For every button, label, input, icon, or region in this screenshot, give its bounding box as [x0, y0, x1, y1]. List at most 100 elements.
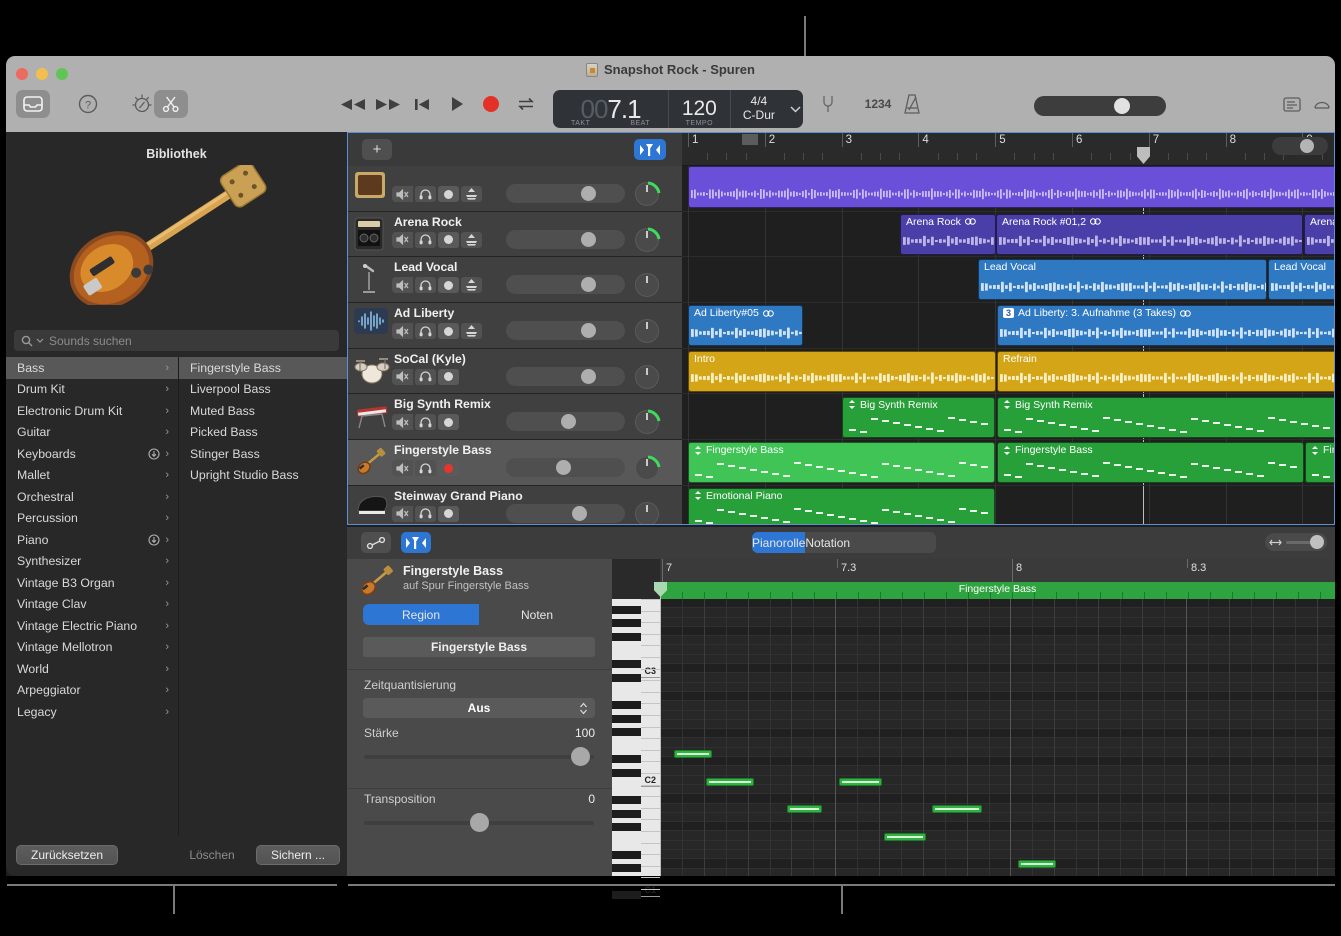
arrange-region[interactable]: Refrain: [997, 351, 1334, 392]
piano-black-key[interactable]: [612, 619, 641, 627]
track-buttons[interactable]: [392, 369, 459, 385]
transposition-slider-knob[interactable]: [470, 813, 489, 832]
inspector-tab-noten[interactable]: Noten: [479, 604, 595, 625]
library-category-item[interactable]: Percussion›: [6, 508, 178, 530]
tuner-button[interactable]: [130, 92, 154, 116]
track-buttons[interactable]: [392, 414, 459, 430]
track-pan-knob[interactable]: [635, 365, 659, 389]
library-button[interactable]: [16, 90, 50, 118]
lcd-expand-button[interactable]: [787, 90, 803, 128]
track-name[interactable]: Fingerstyle Bass: [394, 443, 492, 457]
track-input-monitor-button[interactable]: [461, 232, 482, 248]
arrange-region[interactable]: Arena Rock: [900, 214, 996, 255]
mute-button[interactable]: [392, 323, 413, 339]
solo-button[interactable]: [415, 277, 436, 293]
fast-forward-button[interactable]: [374, 94, 402, 114]
arrange-region[interactable]: Fingerstyle Bass: [688, 442, 995, 483]
piano-black-key[interactable]: [612, 660, 641, 668]
strength-slider-knob[interactable]: [571, 747, 590, 766]
solo-button[interactable]: [415, 506, 436, 522]
download-icon[interactable]: [148, 534, 160, 546]
record-button[interactable]: [481, 94, 501, 114]
track-name[interactable]: Big Synth Remix: [394, 397, 491, 411]
mute-button[interactable]: [392, 414, 413, 430]
solo-button[interactable]: [415, 460, 436, 476]
track-volume-slider[interactable]: [506, 367, 625, 386]
midi-note[interactable]: [932, 805, 982, 813]
piano-keyboard[interactable]: C3C2C1: [612, 599, 660, 876]
apple-loops-button[interactable]: [1311, 94, 1333, 114]
library-category-item[interactable]: Guitar›: [6, 422, 178, 444]
piano-black-key[interactable]: [612, 851, 641, 859]
track-input-monitor-button[interactable]: [461, 186, 482, 202]
inspector-tabs[interactable]: RegionNoten: [363, 604, 595, 625]
track-buttons[interactable]: [392, 186, 482, 202]
solo-button[interactable]: [415, 186, 436, 202]
piano-black-key[interactable]: [612, 891, 641, 899]
automation-button[interactable]: [361, 532, 391, 553]
lcd-signature[interactable]: 4/4 C-Dur: [730, 90, 788, 128]
solo-button[interactable]: [415, 323, 436, 339]
timeline-zoom-slider[interactable]: [1272, 137, 1328, 155]
record-enable-button[interactable]: [438, 232, 459, 248]
track-header[interactable]: Arena Rock: [348, 212, 682, 258]
library-category-item[interactable]: Arpeggiator›: [6, 680, 178, 702]
master-volume-knob[interactable]: [1114, 98, 1130, 114]
track-volume-knob[interactable]: [581, 323, 596, 338]
timeline-zoom-knob[interactable]: [1300, 139, 1314, 153]
midi-note[interactable]: [674, 750, 712, 758]
editor-view-tabs[interactable]: PianorolleNotation: [752, 532, 936, 553]
track-header[interactable]: Fingerstyle Bass: [348, 440, 682, 486]
midi-note[interactable]: [706, 778, 754, 786]
piano-roll-grid[interactable]: [660, 599, 1335, 876]
piano-black-key[interactable]: [612, 728, 641, 736]
help-button[interactable]: ?: [76, 92, 100, 116]
editor-zoom-knob[interactable]: [1310, 535, 1324, 549]
track-icon[interactable]: [354, 217, 388, 251]
save-button[interactable]: Sichern ...: [256, 845, 340, 865]
piano-black-key[interactable]: [612, 823, 641, 831]
track-volume-slider[interactable]: [506, 412, 625, 431]
arrange-region[interactable]: Fingerstyle Bass: [997, 442, 1304, 483]
record-enable-button[interactable]: [438, 323, 459, 339]
track-volume-slider[interactable]: [506, 230, 625, 249]
track-volume-slider[interactable]: [506, 504, 625, 523]
editor-tab-notation[interactable]: Notation: [805, 532, 850, 553]
track-name[interactable]: SoCal (Kyle): [394, 352, 466, 366]
notepad-button[interactable]: [1281, 94, 1303, 114]
count-in-button[interactable]: 1234: [862, 95, 894, 113]
track-buttons[interactable]: [392, 277, 482, 293]
record-enable-button[interactable]: [438, 506, 459, 522]
track-volume-knob[interactable]: [561, 414, 576, 429]
rewind-button[interactable]: [339, 94, 367, 114]
editor-flex-snap-button[interactable]: [401, 532, 431, 553]
library-category-item[interactable]: Mallet›: [6, 465, 178, 487]
timeline-ruler[interactable]: 123456789: [682, 133, 1334, 166]
tuning-fork-button[interactable]: [818, 94, 838, 114]
midi-note[interactable]: [1018, 860, 1056, 868]
library-patch-item[interactable]: Picked Bass: [179, 422, 347, 444]
track-icon[interactable]: [354, 399, 388, 433]
track-pan-knob[interactable]: [635, 319, 659, 343]
search-input[interactable]: [49, 334, 332, 348]
arrange-region[interactable]: Emotional Piano: [688, 488, 995, 524]
library-category-item[interactable]: Synthesizer›: [6, 551, 178, 573]
flex-snap-button[interactable]: [634, 139, 666, 160]
library-patch-item[interactable]: Upright Studio Bass: [179, 465, 347, 487]
piano-black-key[interactable]: [612, 674, 641, 682]
library-search[interactable]: [14, 330, 339, 351]
cycle-range[interactable]: [742, 134, 758, 145]
track-pan-knob[interactable]: [635, 456, 659, 480]
track-buttons[interactable]: [392, 232, 482, 248]
midi-note[interactable]: [839, 778, 882, 786]
library-patch-item[interactable]: Stinger Bass: [179, 443, 347, 465]
track-name[interactable]: Ad Liberty: [394, 306, 454, 320]
piano-black-key[interactable]: [612, 755, 641, 763]
cycle-button[interactable]: [515, 94, 537, 114]
track-volume-knob[interactable]: [581, 232, 596, 247]
track-icon[interactable]: [354, 491, 388, 524]
transposition-slider[interactable]: [364, 821, 594, 825]
edit-scissors-button[interactable]: [154, 90, 188, 118]
mute-button[interactable]: [392, 506, 413, 522]
library-category-item[interactable]: World›: [6, 658, 178, 680]
